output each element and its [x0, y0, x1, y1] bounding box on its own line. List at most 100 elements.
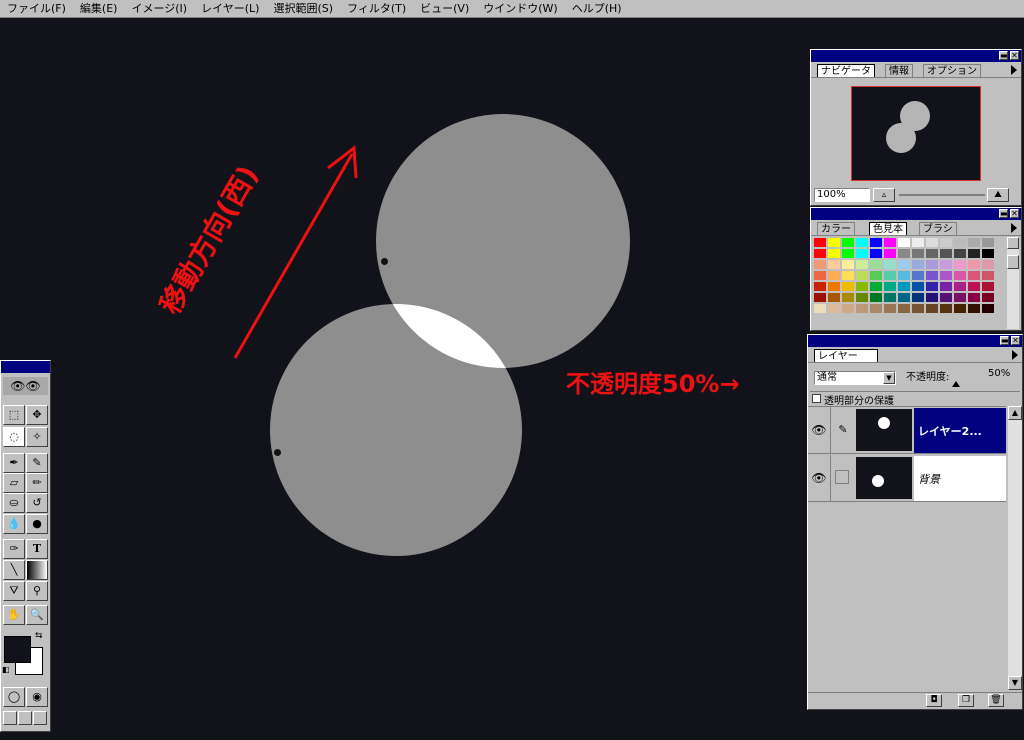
menu-select[interactable]: 選択範囲(S) — [266, 0, 340, 17]
color-swatch[interactable] — [967, 303, 981, 314]
color-swatch[interactable] — [883, 237, 897, 248]
color-swatch[interactable] — [953, 237, 967, 248]
navigator-title-bar[interactable]: ▬ ✕ — [811, 50, 1021, 62]
menu-layer[interactable]: レイヤー(L) — [194, 0, 266, 17]
color-swatch[interactable] — [939, 303, 953, 314]
burn-tool-icon[interactable]: ● — [26, 514, 48, 534]
color-swatch[interactable] — [883, 270, 897, 281]
color-swatch[interactable] — [883, 303, 897, 314]
opacity-value[interactable]: 50% — [988, 368, 1010, 379]
color-swatch[interactable] — [827, 303, 841, 314]
color-swatch[interactable] — [827, 237, 841, 248]
eyedropper-tool-icon[interactable]: ⚲ — [26, 581, 48, 601]
color-swatch[interactable] — [841, 303, 855, 314]
color-swatch[interactable] — [911, 248, 925, 259]
screen-mode-full-icon[interactable] — [33, 711, 47, 725]
color-swatch[interactable] — [813, 248, 827, 259]
color-swatch[interactable] — [869, 270, 883, 281]
color-swatch[interactable] — [939, 270, 953, 281]
layer-row[interactable]: 👁 背景 — [808, 455, 1006, 502]
color-swatch[interactable] — [813, 292, 827, 303]
close-button[interactable]: ✕ — [1010, 209, 1019, 218]
hand-tool-icon[interactable]: ✋ — [3, 605, 25, 625]
color-swatch[interactable] — [855, 248, 869, 259]
swatches-title-bar[interactable]: ▬ ✕ — [811, 208, 1021, 220]
preserve-transparency-checkbox[interactable] — [812, 394, 821, 403]
screen-mode-standard-icon[interactable] — [3, 711, 17, 725]
eraser-tool-icon[interactable]: ▱ — [3, 473, 25, 493]
color-swatch[interactable] — [981, 248, 995, 259]
color-swatch[interactable] — [869, 259, 883, 270]
color-swatch[interactable] — [813, 303, 827, 314]
gradient-tool-icon[interactable] — [26, 560, 48, 580]
magic-wand-tool-icon[interactable]: ✧ — [26, 427, 48, 447]
color-swatch[interactable] — [883, 292, 897, 303]
color-swatch[interactable] — [925, 303, 939, 314]
color-swatch[interactable] — [841, 292, 855, 303]
color-swatch[interactable] — [855, 292, 869, 303]
history-brush-tool-icon[interactable]: ↺ — [26, 493, 48, 513]
color-swatch[interactable] — [967, 292, 981, 303]
tab-options[interactable]: オプション — [923, 64, 981, 77]
tab-swatches[interactable]: 色見本 — [869, 222, 907, 235]
color-swatch[interactable] — [813, 237, 827, 248]
color-swatch[interactable] — [953, 303, 967, 314]
standard-mode-icon[interactable]: ◯ — [3, 687, 25, 707]
swap-colors-icon[interactable]: ⇆ — [35, 631, 43, 641]
color-swatch[interactable] — [827, 270, 841, 281]
swatch-scrollbar[interactable] — [1007, 237, 1019, 329]
tab-color[interactable]: カラー — [817, 222, 855, 235]
color-swatch[interactable] — [953, 281, 967, 292]
color-swatch[interactable] — [827, 292, 841, 303]
toolbox-title-bar[interactable] — [1, 361, 50, 373]
brush-icon[interactable]: ✎ — [834, 421, 852, 439]
color-swatch[interactable] — [953, 270, 967, 281]
new-layer-icon[interactable]: ❐ — [958, 694, 974, 707]
zoom-out-button[interactable]: ▵ — [873, 188, 895, 202]
color-swatch[interactable] — [939, 237, 953, 248]
color-swatch[interactable] — [925, 237, 939, 248]
color-swatch[interactable] — [827, 281, 841, 292]
foreground-color-swatch[interactable] — [4, 636, 31, 663]
color-swatch[interactable] — [925, 248, 939, 259]
eye-logo-icon[interactable]: 👁👁 — [3, 377, 48, 395]
color-swatch[interactable] — [897, 270, 911, 281]
blend-mode-select[interactable]: 通常 ▼ — [814, 371, 896, 385]
color-swatch[interactable] — [897, 292, 911, 303]
color-swatch[interactable] — [911, 281, 925, 292]
color-swatch[interactable] — [925, 292, 939, 303]
color-swatch[interactable] — [827, 259, 841, 270]
default-colors-icon[interactable]: ◧ — [2, 665, 10, 674]
color-swatch[interactable] — [953, 292, 967, 303]
opacity-slider[interactable] — [906, 381, 1012, 389]
color-swatch[interactable] — [897, 281, 911, 292]
color-swatch[interactable] — [897, 237, 911, 248]
color-swatch[interactable] — [855, 303, 869, 314]
color-swatch[interactable] — [897, 248, 911, 259]
color-swatch[interactable] — [841, 270, 855, 281]
color-swatch[interactable] — [869, 237, 883, 248]
zoom-tool-icon[interactable]: 🔍 — [26, 605, 48, 625]
eye-icon[interactable]: 👁 — [810, 469, 828, 487]
layer-row[interactable]: 👁 ✎ レイヤー2... — [808, 407, 1006, 454]
color-swatch[interactable] — [953, 248, 967, 259]
swatch-grid[interactable] — [813, 237, 1007, 330]
trash-icon[interactable]: 🗑 — [988, 694, 1004, 707]
color-swatch[interactable] — [883, 248, 897, 259]
color-swatch[interactable] — [981, 292, 995, 303]
color-swatch[interactable] — [869, 292, 883, 303]
panel-menu-arrow[interactable] — [1011, 223, 1017, 233]
color-swatch[interactable] — [925, 281, 939, 292]
color-swatch[interactable] — [981, 259, 995, 270]
minimize-button[interactable]: ▬ — [1000, 336, 1009, 345]
blur-tool-icon[interactable]: 💧 — [3, 514, 25, 534]
color-swatch[interactable] — [939, 281, 953, 292]
zoom-slider[interactable] — [899, 194, 985, 196]
panel-menu-arrow[interactable] — [1011, 65, 1017, 75]
stamp-tool-icon[interactable]: ⛀ — [3, 493, 25, 513]
color-swatch[interactable] — [855, 270, 869, 281]
zoom-field[interactable]: 100% — [814, 188, 870, 202]
color-swatch[interactable] — [813, 270, 827, 281]
color-swatch[interactable] — [967, 270, 981, 281]
panel-menu-arrow[interactable] — [1012, 350, 1018, 360]
